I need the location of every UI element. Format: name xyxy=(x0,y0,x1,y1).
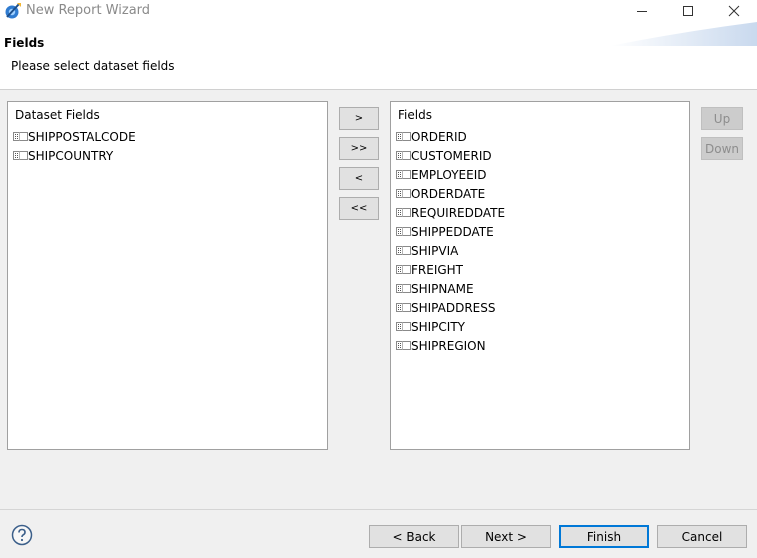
field-icon xyxy=(396,246,411,255)
field-icon xyxy=(396,303,411,312)
add-field-button[interactable]: > xyxy=(339,107,379,130)
field-icon xyxy=(396,341,411,350)
selected-field-item-label: SHIPADDRESS xyxy=(411,300,496,315)
field-icon xyxy=(396,189,411,198)
field-icon xyxy=(396,322,411,331)
selected-field-item-label: SHIPVIA xyxy=(411,243,459,258)
selected-field-item-label: SHIPNAME xyxy=(411,281,474,296)
next-button[interactable]: Next > xyxy=(461,525,551,548)
field-icon xyxy=(13,151,28,160)
selected-field-item[interactable]: SHIPREGION xyxy=(396,336,486,355)
wizard-app-icon xyxy=(5,3,21,19)
field-icon xyxy=(396,227,411,236)
selected-field-item[interactable]: SHIPNAME xyxy=(396,279,474,298)
header-decoration xyxy=(610,22,757,46)
minimize-button[interactable] xyxy=(619,0,665,22)
field-icon xyxy=(396,170,411,179)
selected-field-item-label: EMPLOYEEID xyxy=(411,167,487,182)
field-icon xyxy=(396,284,411,293)
selected-field-item[interactable]: CUSTOMERID xyxy=(396,146,492,165)
selected-field-item-label: ORDERID xyxy=(411,129,467,144)
selected-field-item[interactable]: SHIPADDRESS xyxy=(396,298,496,317)
help-icon[interactable] xyxy=(11,524,33,546)
footer-separator xyxy=(0,509,757,510)
dataset-field-item-label: SHIPPOSTALCODE xyxy=(28,129,136,144)
window-title: New Report Wizard xyxy=(26,3,151,18)
finish-button[interactable]: Finish xyxy=(559,525,649,548)
page-subtitle: Please select dataset fields xyxy=(11,59,175,73)
minimize-icon xyxy=(637,11,647,12)
selected-field-item[interactable]: REQUIREDDATE xyxy=(396,203,505,222)
move-down-button[interactable]: Down xyxy=(701,137,743,160)
selected-field-item-label: ORDERDATE xyxy=(411,186,486,201)
maximize-icon xyxy=(683,6,693,16)
selected-field-item[interactable]: ORDERDATE xyxy=(396,184,485,203)
selected-field-item[interactable]: SHIPCITY xyxy=(396,317,465,336)
title-bar: New Report Wizard xyxy=(0,0,757,22)
remove-all-fields-button[interactable]: << xyxy=(339,197,379,220)
dataset-field-item[interactable]: SHIPCOUNTRY xyxy=(13,146,113,165)
move-up-button[interactable]: Up xyxy=(701,107,743,130)
field-icon xyxy=(396,151,411,160)
close-icon xyxy=(728,5,740,17)
dataset-fields-list[interactable]: Dataset Fields SHIPPOSTALCODE SHIPCOUNTRY xyxy=(7,101,328,450)
selected-fields-caption: Fields xyxy=(398,108,432,122)
selected-field-item-label: REQUIREDDATE xyxy=(411,205,506,220)
selected-field-item[interactable]: SHIPPEDDATE xyxy=(396,222,494,241)
selected-field-item[interactable]: SHIPVIA xyxy=(396,241,458,260)
wizard-window: { "window": { "title": "New Report Wizar… xyxy=(0,0,757,558)
close-button[interactable] xyxy=(711,0,757,22)
selected-field-item-label: SHIPPEDDATE xyxy=(411,224,494,239)
cancel-button[interactable]: Cancel xyxy=(657,525,747,548)
page-title: Fields xyxy=(4,36,45,50)
dataset-fields-caption: Dataset Fields xyxy=(15,108,100,122)
back-button[interactable]: < Back xyxy=(369,525,459,548)
selected-field-item-label: CUSTOMERID xyxy=(411,148,492,163)
field-icon xyxy=(13,132,28,141)
selected-field-item[interactable]: FREIGHT xyxy=(396,260,463,279)
selected-field-item-label: SHIPCITY xyxy=(411,319,465,334)
field-icon xyxy=(396,208,411,217)
field-icon xyxy=(396,132,411,141)
selected-field-item-label: SHIPREGION xyxy=(411,338,486,353)
selected-fields-list[interactable]: Fields ORDERID CUSTOMERID EMPLOYEEID ORDERD… xyxy=(390,101,690,450)
selected-field-item[interactable]: ORDERID xyxy=(396,127,467,146)
wizard-header: Fields Please select dataset fields xyxy=(0,22,757,90)
dataset-field-item[interactable]: SHIPPOSTALCODE xyxy=(13,127,136,146)
dataset-field-item-label: SHIPCOUNTRY xyxy=(28,148,114,163)
field-icon xyxy=(396,265,411,274)
remove-field-button[interactable]: < xyxy=(339,167,379,190)
add-all-fields-button[interactable]: >> xyxy=(339,137,379,160)
selected-field-item[interactable]: EMPLOYEEID xyxy=(396,165,487,184)
maximize-button[interactable] xyxy=(665,0,711,22)
selected-field-item-label: FREIGHT xyxy=(411,262,464,277)
